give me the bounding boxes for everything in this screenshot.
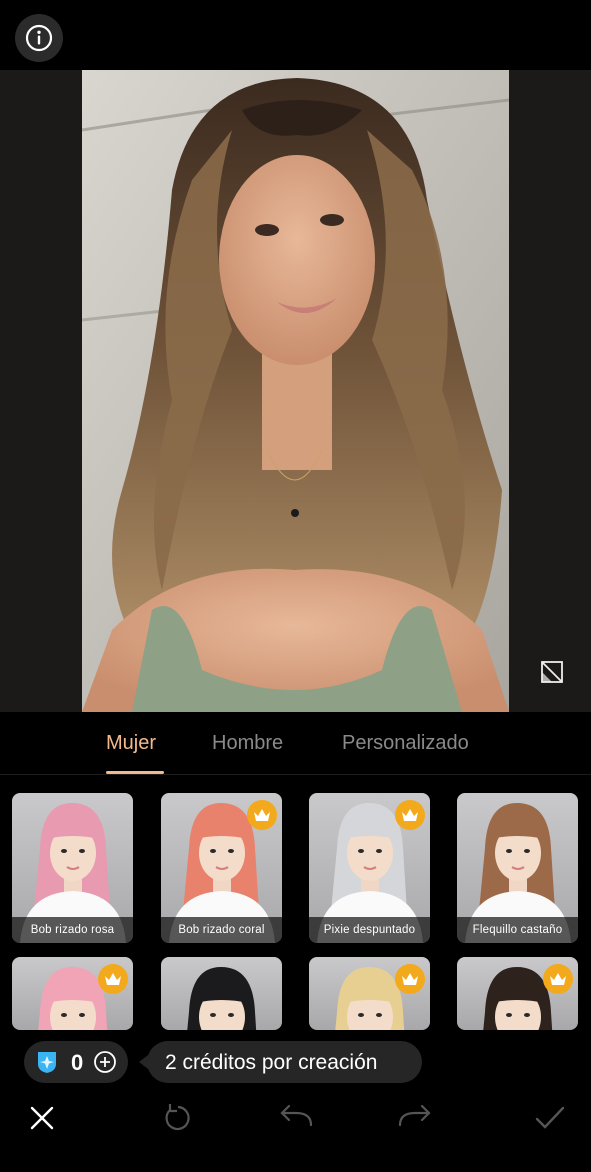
premium-crown-icon xyxy=(395,964,425,994)
hairstyle-thumbnail xyxy=(187,967,257,1030)
premium-crown-icon xyxy=(98,964,128,994)
redo-icon xyxy=(398,1104,431,1127)
confirm-button[interactable] xyxy=(530,1098,570,1138)
add-credits-icon[interactable] xyxy=(93,1050,117,1074)
reset-button[interactable] xyxy=(158,1098,198,1138)
hairstyle-label: Flequillo castaño xyxy=(457,917,578,943)
credit-count: 0 xyxy=(71,1050,84,1075)
portrait-photo xyxy=(82,70,509,712)
info-icon xyxy=(25,24,53,52)
hairstyle-card[interactable] xyxy=(457,957,578,1030)
premium-crown-icon xyxy=(395,800,425,830)
hairstyle-card[interactable]: Bob rizado rosa xyxy=(12,793,133,943)
close-button[interactable] xyxy=(22,1098,62,1138)
hairstyle-label: Bob rizado coral xyxy=(161,917,282,943)
compare-button[interactable] xyxy=(535,655,569,689)
gem-icon xyxy=(38,1052,56,1073)
hairstyle-card[interactable]: Pixie despuntado xyxy=(309,793,430,943)
redo-button[interactable] xyxy=(395,1098,435,1138)
hairstyle-label: Pixie despuntado xyxy=(309,917,430,943)
premium-crown-icon xyxy=(247,800,277,830)
undo-icon xyxy=(280,1104,313,1127)
credits-tooltip-text: 2 créditos por creación xyxy=(165,1051,378,1074)
compare-icon xyxy=(541,661,563,683)
hairstyle-card[interactable] xyxy=(12,957,133,1030)
category-tabs: Mujer Hombre Personalizado xyxy=(0,712,591,775)
reset-icon xyxy=(165,1104,190,1131)
tab-hombre[interactable]: Hombre xyxy=(212,732,283,755)
active-tab-indicator xyxy=(106,771,164,774)
hairstyle-card[interactable] xyxy=(309,957,430,1030)
premium-crown-icon xyxy=(543,964,573,994)
top-bar xyxy=(0,0,591,70)
hairstyle-card[interactable]: Flequillo castaño xyxy=(457,793,578,943)
tab-personalizado[interactable]: Personalizado xyxy=(342,732,469,755)
close-icon xyxy=(30,1106,54,1130)
confirm-icon xyxy=(535,1106,565,1129)
credits-tooltip: 2 créditos por creación xyxy=(139,1041,422,1083)
tab-mujer[interactable]: Mujer xyxy=(106,732,156,755)
hairstyle-card[interactable]: Bob rizado coral xyxy=(161,793,282,943)
hairstyle-label: Bob rizado rosa xyxy=(12,917,133,943)
undo-button[interactable] xyxy=(276,1098,316,1138)
info-button[interactable] xyxy=(15,14,63,62)
credits-pill[interactable]: 0 xyxy=(24,1041,128,1083)
hairstyle-card[interactable] xyxy=(161,957,282,1030)
